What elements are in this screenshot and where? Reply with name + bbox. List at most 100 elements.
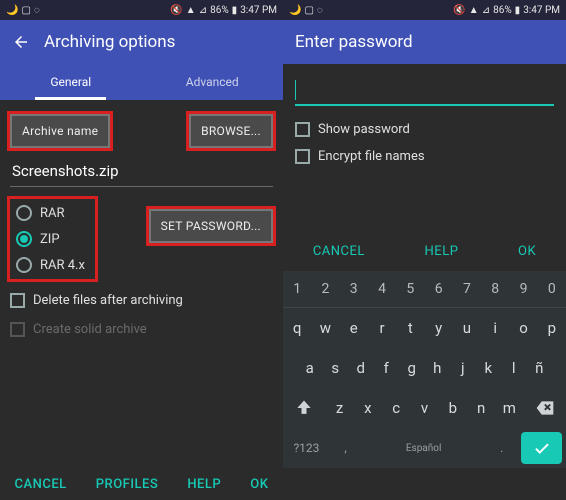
key-z[interactable]: z	[325, 388, 353, 428]
key-1[interactable]: 1	[283, 271, 311, 307]
mute-icon: 🔇	[170, 5, 182, 16]
keyboard-number-row: 1234567890	[283, 271, 566, 308]
key-s[interactable]: s	[323, 348, 349, 388]
check-encrypt-names[interactable]: Encrypt file names	[295, 149, 554, 164]
cancel-button[interactable]: CANCEL	[15, 477, 67, 492]
key-g[interactable]: g	[399, 348, 425, 388]
tab-advanced[interactable]: Advanced	[142, 64, 284, 100]
bottom-actions: CANCEL PROFILES HELP OK	[0, 477, 283, 492]
key-m[interactable]: m	[495, 388, 523, 428]
flame-icon: ◌	[317, 5, 323, 16]
checkbox-icon	[10, 293, 25, 308]
content-right: Show password Encrypt file names CANCEL …	[283, 64, 566, 500]
check-delete-after[interactable]: Delete files after archiving	[10, 293, 273, 308]
wifi-icon: ▲	[469, 5, 479, 16]
key-5[interactable]: 5	[396, 271, 424, 307]
key-period[interactable]: .	[486, 428, 517, 468]
chat-icon: ▢	[304, 5, 313, 16]
key-ñ[interactable]: ñ	[527, 348, 553, 388]
help-button[interactable]: HELP	[425, 244, 459, 259]
radio-zip[interactable]: ZIP	[16, 231, 85, 247]
key-p[interactable]: p	[538, 308, 566, 348]
key-x[interactable]: x	[354, 388, 382, 428]
key-9[interactable]: 9	[509, 271, 537, 307]
moon-icon: 🌙	[289, 5, 301, 16]
radio-icon	[16, 257, 32, 273]
check-solid-archive: Create solid archive	[10, 322, 273, 337]
password-input[interactable]	[295, 76, 554, 106]
key-7[interactable]: 7	[453, 271, 481, 307]
tabs: General Advanced	[0, 64, 283, 100]
key-o[interactable]: o	[509, 308, 537, 348]
key-backspace[interactable]	[524, 388, 566, 428]
radio-rar[interactable]: RAR	[16, 205, 85, 221]
key-l[interactable]: l	[501, 348, 527, 388]
battery-text: 86%	[493, 5, 512, 16]
key-r[interactable]: r	[368, 308, 396, 348]
key-j[interactable]: j	[450, 348, 476, 388]
keyboard-row-2: asdfghjklñ	[283, 348, 566, 388]
key-e[interactable]: e	[340, 308, 368, 348]
ok-button[interactable]: OK	[518, 244, 536, 259]
filename-field[interactable]: Screenshots.zip	[10, 158, 273, 187]
browse-button[interactable]: BROWSE...	[189, 114, 273, 148]
clock-text: 3:47 PM	[523, 5, 560, 16]
tab-general[interactable]: General	[0, 64, 142, 100]
page-title: Archiving options	[44, 32, 175, 52]
key-f[interactable]: f	[374, 348, 400, 388]
status-bar: 🌙 ▢ ◌ 🔇 ▲ ⊿ 86% ▮ 3:47 PM	[0, 0, 283, 20]
phone-left: 🌙 ▢ ◌ 🔇 ▲ ⊿ 86% ▮ 3:47 PM Archiving opti…	[0, 0, 283, 500]
keyboard-row-3: zxcvbnm	[283, 388, 566, 428]
moon-icon: 🌙	[6, 5, 18, 16]
app-bar: Archiving options	[0, 20, 283, 64]
key-q[interactable]: q	[283, 308, 311, 348]
key-d[interactable]: d	[348, 348, 374, 388]
cancel-button[interactable]: CANCEL	[313, 244, 365, 259]
key-v[interactable]: v	[410, 388, 438, 428]
key-0[interactable]: 0	[538, 271, 566, 307]
radio-icon	[16, 231, 32, 247]
key-3[interactable]: 3	[340, 271, 368, 307]
mute-icon: 🔇	[453, 5, 465, 16]
clock-text: 3:47 PM	[240, 5, 277, 16]
key-comma[interactable]: ,	[330, 428, 361, 468]
keyboard-row-1: qwertyuiop	[283, 308, 566, 348]
key-w[interactable]: w	[311, 308, 339, 348]
key-y[interactable]: y	[424, 308, 452, 348]
set-password-button[interactable]: SET PASSWORD...	[149, 209, 273, 243]
app-bar: Enter password	[283, 20, 566, 64]
ok-button[interactable]: OK	[250, 477, 268, 492]
key-t[interactable]: t	[396, 308, 424, 348]
keyboard-row-4: ?123 , Español .	[283, 428, 566, 468]
key-n[interactable]: n	[467, 388, 495, 428]
battery-text: 86%	[210, 5, 229, 16]
key-6[interactable]: 6	[424, 271, 452, 307]
key-u[interactable]: u	[453, 308, 481, 348]
archive-name-label: Archive name	[10, 114, 110, 148]
key-h[interactable]: h	[425, 348, 451, 388]
key-b[interactable]: b	[439, 388, 467, 428]
key-enter[interactable]	[521, 432, 562, 464]
phone-right: 🌙 ▢ ◌ 🔇 ▲ ⊿ 86% ▮ 3:47 PM Enter password…	[283, 0, 566, 500]
status-bar: 🌙 ▢ ◌ 🔇 ▲ ⊿ 86% ▮ 3:47 PM	[283, 0, 566, 20]
key-i[interactable]: i	[481, 308, 509, 348]
content-left: Archive name BROWSE... Screenshots.zip R…	[0, 100, 283, 500]
flame-icon: ◌	[34, 5, 40, 16]
key-symbols[interactable]: ?123	[283, 428, 330, 468]
key-2[interactable]: 2	[311, 271, 339, 307]
help-button[interactable]: HELP	[187, 477, 221, 492]
soft-keyboard: 1234567890 qwertyuiop asdfghjklñ zxcvbnm…	[283, 271, 566, 468]
wifi-icon: ▲	[186, 5, 196, 16]
radio-rar4x[interactable]: RAR 4.x	[16, 257, 85, 273]
key-c[interactable]: c	[382, 388, 410, 428]
key-shift[interactable]	[283, 388, 325, 428]
key-4[interactable]: 4	[368, 271, 396, 307]
key-a[interactable]: a	[297, 348, 323, 388]
check-show-password[interactable]: Show password	[295, 122, 554, 137]
key-space[interactable]: Español	[361, 428, 486, 468]
back-icon[interactable]	[12, 33, 30, 51]
key-k[interactable]: k	[476, 348, 502, 388]
signal-icon: ⊿	[482, 5, 490, 16]
profiles-button[interactable]: PROFILES	[96, 477, 159, 492]
key-8[interactable]: 8	[481, 271, 509, 307]
